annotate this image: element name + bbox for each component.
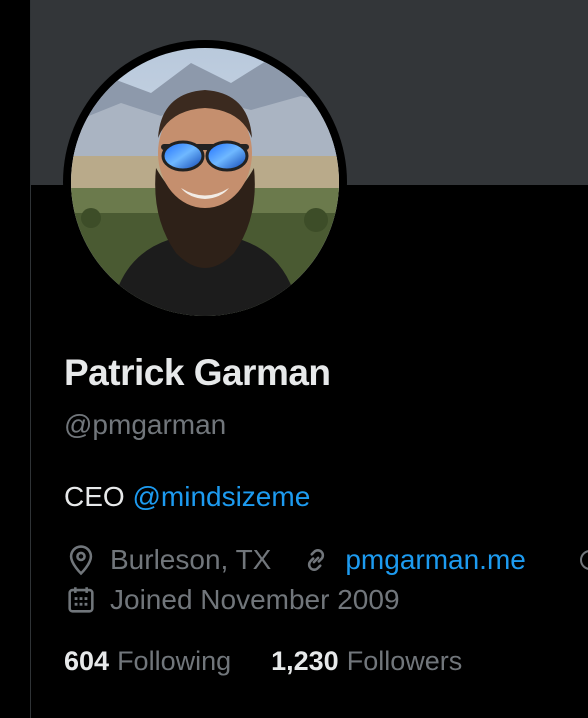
followers-count: 1,230 [271, 646, 339, 676]
bio-text: CEO [64, 481, 125, 512]
profile-meta-row-joined: Joined November 2009 [64, 583, 400, 617]
profile-location: Burleson, TX [110, 544, 272, 575]
profile-meta-row: Burleson, TX pmgarman.me [64, 543, 526, 577]
follow-stats: 604 Following 1,230 Followers [64, 646, 502, 677]
followers-link[interactable]: 1,230 Followers [271, 646, 462, 677]
link-icon [299, 543, 333, 577]
calendar-icon [64, 583, 98, 617]
website-group: pmgarman.me [299, 543, 526, 577]
avatar-frame [63, 40, 347, 324]
profile-bio: CEO @mindsizeme [64, 481, 310, 513]
website-link[interactable]: pmgarman.me [345, 544, 526, 576]
bio-mention-link[interactable]: @mindsizeme [132, 481, 310, 512]
birthday-icon [578, 548, 588, 572]
profile-name: Patrick Garman [64, 352, 331, 393]
following-link[interactable]: 604 Following [64, 646, 231, 677]
following-count: 604 [64, 646, 110, 676]
profile-page: Patrick Garman @pmgarman CEO @mindsizeme… [0, 0, 588, 718]
profile-joined-date: Joined November 2009 [110, 584, 400, 615]
following-label: Following [117, 646, 232, 676]
avatar[interactable] [71, 48, 339, 316]
followers-label: Followers [346, 646, 463, 676]
profile-handle: @pmgarman [64, 409, 227, 440]
avatar-photo [71, 48, 339, 316]
location-pin-icon [64, 543, 98, 577]
